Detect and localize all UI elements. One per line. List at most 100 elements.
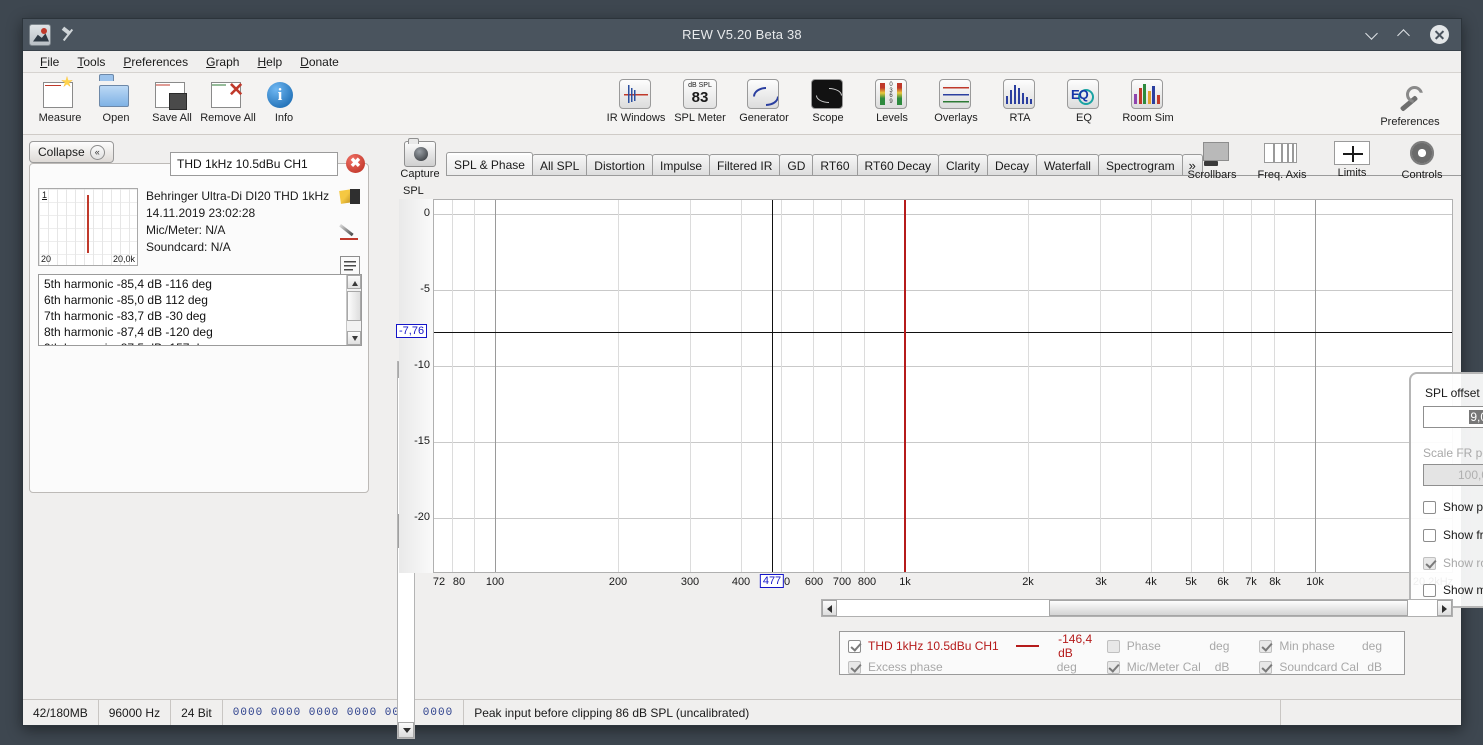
chart-horizontal-scrollbar[interactable] <box>821 599 1453 617</box>
levels-label: Levels <box>876 112 908 124</box>
graph-tools: Scrollbars Freq. Axis Limits Controls <box>1181 139 1453 181</box>
pin-icon[interactable] <box>59 26 77 44</box>
tab-rt60-decay[interactable]: RT60 Decay <box>856 154 939 176</box>
tab-waterfall[interactable]: Waterfall <box>1036 154 1099 176</box>
generator-button[interactable]: Generator <box>733 77 795 124</box>
harmonics-list[interactable]: 5th harmonic -85,4 dB -116 deg 6th harmo… <box>38 274 362 346</box>
freq-axis-button[interactable]: Freq. Axis <box>1251 139 1313 181</box>
trace-thd-1khz <box>904 200 906 572</box>
tab-distortion[interactable]: Distortion <box>586 154 653 176</box>
scroll-right-arrow-icon[interactable] <box>1437 600 1452 616</box>
harmonics-scrollbar[interactable] <box>346 275 361 345</box>
scroll-down-arrow-icon[interactable] <box>347 331 361 345</box>
tab-rt60[interactable]: RT60 <box>812 154 858 176</box>
tab-clarity[interactable]: Clarity <box>938 154 989 176</box>
eq-button[interactable]: EQ <box>1053 77 1115 124</box>
tab-impulse[interactable]: Impulse <box>651 154 711 176</box>
tab-gd[interactable]: GD <box>779 154 814 176</box>
status-memory: 42/180MB <box>23 700 99 725</box>
room-sim-button[interactable]: Room Sim <box>1117 77 1179 124</box>
limits-button[interactable]: Limits <box>1321 139 1383 181</box>
menu-file[interactable]: File <box>31 53 68 71</box>
tab-spl-and-phase[interactable]: SPL & Phase <box>446 152 533 176</box>
show-modal-frequencies-checkbox-row[interactable]: Show modal frequencies <box>1423 583 1483 597</box>
spl-offset-value-wrap[interactable]: 9,0 <box>1424 407 1483 427</box>
menu-preferences-rest: references <box>131 54 189 69</box>
measurement-name-input[interactable] <box>170 152 338 176</box>
x-tick: 400 <box>731 576 751 588</box>
scrollbar-thumb[interactable] <box>1048 600 1408 616</box>
legend-item-min-phase[interactable]: Min phase deg <box>1251 632 1404 660</box>
wrench-icon <box>1393 83 1427 113</box>
show-modal-frequencies-checkbox[interactable] <box>1423 583 1436 597</box>
tab-filtered-ir[interactable]: Filtered IR <box>709 154 781 176</box>
tab-all-spl[interactable]: All SPL <box>531 154 588 176</box>
menu-help[interactable]: Help <box>248 53 291 71</box>
levels-button[interactable]: 0369 Levels <box>861 77 923 124</box>
minimize-button[interactable] <box>1366 26 1384 44</box>
folder-open-icon <box>99 85 129 107</box>
scrollbars-button[interactable]: Scrollbars <box>1181 139 1243 181</box>
maximize-button[interactable] <box>1398 26 1416 44</box>
scale-peak-stepper[interactable]: 100,0 <box>1423 464 1483 486</box>
measurement-thumbnail[interactable]: 1 20 20,0k <box>38 188 138 266</box>
capture-button[interactable]: Capture <box>399 138 441 180</box>
thumbnail-index: 1 <box>42 190 48 200</box>
gridline-h <box>434 366 1452 367</box>
menu-tools[interactable]: Tools <box>68 53 114 71</box>
scroll-down-arrow-icon[interactable] <box>398 722 414 738</box>
overlays-button[interactable]: Overlays <box>925 77 987 124</box>
legend-min-phase-checkbox[interactable] <box>1259 639 1273 653</box>
collapse-button[interactable]: Collapse « <box>29 141 114 163</box>
rta-button[interactable]: RTA <box>989 77 1051 124</box>
legend-soundcard-cal-checkbox[interactable] <box>1259 660 1273 674</box>
menu-donate[interactable]: Donate <box>291 53 348 71</box>
scroll-left-arrow-icon[interactable] <box>822 600 837 616</box>
y-tick: -15 <box>414 435 430 447</box>
legend-item-thd[interactable]: THD 1kHz 10.5dBu CH1 -146,4 dB <box>840 632 1099 660</box>
save-measurement-icon[interactable] <box>340 188 360 208</box>
notes-icon[interactable] <box>340 256 360 276</box>
close-button[interactable] <box>1430 25 1449 44</box>
legend-phase-checkbox[interactable] <box>1106 639 1120 653</box>
show-points-checkbox-row[interactable]: Show points when zoomed in <box>1423 500 1483 514</box>
tab-decay[interactable]: Decay <box>987 154 1038 176</box>
open-button[interactable]: Open <box>89 77 143 124</box>
tab-spectrogram[interactable]: Spectrogram <box>1097 154 1183 176</box>
spl-offset-stepper[interactable]: 9,0 <box>1423 406 1483 428</box>
overlays-label: Overlays <box>934 112 978 124</box>
chevron-down-icon <box>1366 26 1378 38</box>
legend-excess-phase-checkbox[interactable] <box>848 660 861 674</box>
measure-button[interactable]: Measure <box>33 77 87 124</box>
info-button[interactable]: Info <box>257 77 311 124</box>
show-points-checkbox[interactable] <box>1423 500 1436 514</box>
spl-meter-button[interactable]: dB SPL 83 SPL Meter <box>669 77 731 124</box>
menu-graph[interactable]: Graph <box>197 53 248 71</box>
show-frequency-bands-checkbox-row[interactable]: Show frequency bands <box>1423 528 1483 542</box>
scroll-up-arrow-icon[interactable] <box>347 275 361 289</box>
toolbar-left-group: Measure Open Save All Remove All Info <box>23 73 315 124</box>
legend-thd-checkbox[interactable] <box>848 639 861 653</box>
legend-item-excess-phase[interactable]: Excess phase deg <box>840 660 1099 674</box>
legend-item-mic-cal[interactable]: Mic/Meter Cal dB <box>1099 660 1252 674</box>
menu-help-rest: elp <box>266 54 283 69</box>
save-all-button[interactable]: Save All <box>145 77 199 124</box>
show-frequency-bands-checkbox[interactable] <box>1423 528 1436 542</box>
legend-item-phase[interactable]: Phase deg <box>1099 632 1252 660</box>
delete-measurement-icon[interactable]: ✖ <box>346 154 365 173</box>
gridline-v <box>1274 200 1275 572</box>
trace-color-icon[interactable] <box>340 222 360 242</box>
spl-offset-label: SPL offset (dB) <box>1425 386 1483 400</box>
legend-mic-cal-checkbox[interactable] <box>1106 660 1120 674</box>
x-tick: 2k <box>1022 576 1034 588</box>
preferences-button[interactable]: Preferences <box>1375 81 1445 128</box>
controls-button[interactable]: Controls <box>1391 139 1453 181</box>
legend-item-soundcard-cal[interactable]: Soundcard Cal dB <box>1251 660 1404 674</box>
plot-area[interactable] <box>433 199 1453 573</box>
scrollbar-thumb[interactable] <box>347 291 361 321</box>
ir-windows-button[interactable]: IR Windows <box>605 77 667 124</box>
scope-button[interactable]: Scope <box>797 77 859 124</box>
menu-preferences[interactable]: Preferences <box>114 53 197 71</box>
main-body: Collapse « ✖ 1 20 20,0k Behringer Ultra-… <box>23 135 1483 739</box>
remove-all-button[interactable]: Remove All <box>200 77 256 124</box>
